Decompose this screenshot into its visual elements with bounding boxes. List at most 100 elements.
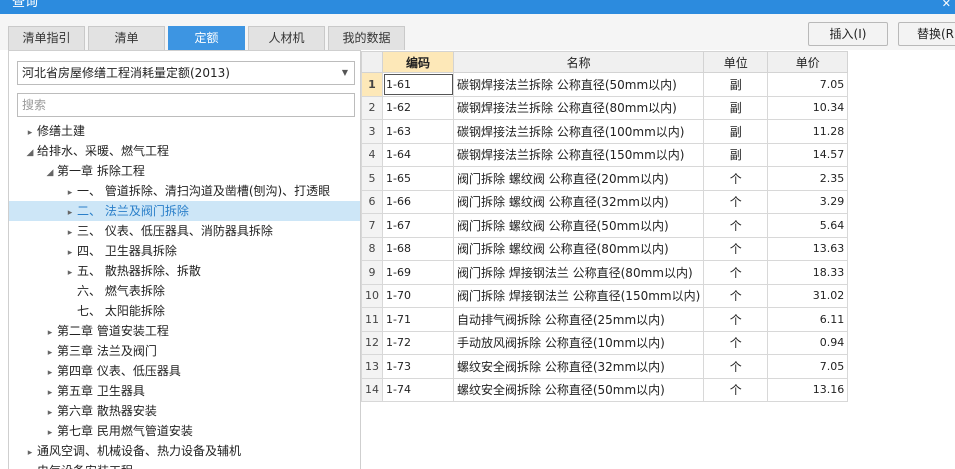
tree-item[interactable]: ▸ 第六章 散热器安装 [9,401,360,421]
code-cell[interactable]: 1-61 [382,72,454,97]
tree-item[interactable]: ◢ 第一章 拆除工程 [9,161,360,181]
price-cell[interactable]: 7.05 [767,354,849,379]
tree-item[interactable]: 六、 燃气表拆除 [9,281,360,301]
name-cell[interactable]: 阀门拆除 螺纹阀 公称直径(80mm以内) [452,236,705,261]
price-column-header[interactable]: 单价 [767,51,849,73]
price-cell[interactable]: 13.16 [767,377,849,402]
collapsed-arrow-icon[interactable]: ▸ [63,243,77,263]
unit-cell[interactable]: 个 [703,354,769,379]
close-icon[interactable]: ✕ [942,0,951,10]
collapsed-arrow-icon[interactable]: ▸ [43,363,57,383]
code-cell[interactable]: 1-64 [382,142,454,167]
name-cell[interactable]: 碳钢焊接法兰拆除 公称直径(50mm以内) [452,72,705,97]
table-row[interactable]: 9 1-69 阀门拆除 焊接钢法兰 公称直径(80mm以内) 个 18.33 [361,260,849,285]
tree-item[interactable]: ▸ 一、 管道拆除、清扫沟道及凿槽(刨沟)、打透眼 [9,181,360,201]
unit-cell[interactable]: 副 [703,72,769,97]
price-cell[interactable]: 2.35 [767,166,849,191]
row-number-cell[interactable]: 13 [361,354,383,379]
name-cell[interactable]: 碳钢焊接法兰拆除 公称直径(80mm以内) [452,95,705,120]
unit-cell[interactable]: 个 [703,283,769,308]
row-number-cell[interactable]: 12 [361,330,383,355]
name-cell[interactable]: 阀门拆除 螺纹阀 公称直径(20mm以内) [452,166,705,191]
name-column-header[interactable]: 名称 [452,51,705,73]
price-cell[interactable]: 11.28 [767,119,849,144]
row-number-cell[interactable]: 10 [361,283,383,308]
table-row[interactable]: 8 1-68 阀门拆除 螺纹阀 公称直径(80mm以内) 个 13.63 [361,236,849,261]
unit-cell[interactable]: 副 [703,119,769,144]
name-cell[interactable]: 自动排气阀拆除 公称直径(25mm以内) [452,307,705,332]
code-cell[interactable]: 1-70 [382,283,454,308]
row-number-cell[interactable]: 1 [361,72,383,97]
tab-my-data[interactable]: 我的数据 [328,26,405,50]
expanded-arrow-icon[interactable]: ◢ [43,163,57,183]
table-row[interactable]: 10 1-70 阀门拆除 焊接钢法兰 公称直径(150mm以内) 个 31.02 [361,283,849,308]
unit-cell[interactable]: 个 [703,260,769,285]
row-number-cell[interactable]: 2 [361,95,383,120]
price-cell[interactable]: 14.57 [767,142,849,167]
name-cell[interactable]: 阀门拆除 螺纹阀 公称直径(32mm以内) [452,189,705,214]
unit-cell[interactable]: 个 [703,213,769,238]
table-row[interactable]: 6 1-66 阀门拆除 螺纹阀 公称直径(32mm以内) 个 3.29 [361,189,849,214]
row-number-cell[interactable]: 11 [361,307,383,332]
unit-cell[interactable]: 个 [703,377,769,402]
table-row[interactable]: 12 1-72 手动放风阀拆除 公称直径(10mm以内) 个 0.94 [361,330,849,355]
code-cell[interactable]: 1-73 [382,354,454,379]
insert-button[interactable]: 插入(I) [808,22,888,46]
tab-labor-material-machine[interactable]: 人材机 [248,26,325,50]
code-column-header[interactable]: 编码 [382,51,454,73]
collapsed-arrow-icon[interactable]: ▸ [23,443,37,463]
code-cell[interactable]: 1-62 [382,95,454,120]
code-cell[interactable]: 1-74 [382,377,454,402]
collapsed-arrow-icon[interactable]: ▸ [63,223,77,243]
tab-quota[interactable]: 定额 [168,26,245,50]
table-row[interactable]: 14 1-74 螺纹安全阀拆除 公称直径(50mm以内) 个 13.16 [361,377,849,402]
name-cell[interactable]: 阀门拆除 焊接钢法兰 公称直径(80mm以内) [452,260,705,285]
tab-list-guide[interactable]: 清单指引 [8,26,85,50]
collapsed-arrow-icon[interactable]: ▸ [43,383,57,403]
code-cell[interactable]: 1-72 [382,330,454,355]
table-row[interactable]: 11 1-71 自动排气阀拆除 公称直径(25mm以内) 个 6.11 [361,307,849,332]
price-cell[interactable]: 18.33 [767,260,849,285]
tree-item[interactable]: 七、 太阳能拆除 [9,301,360,321]
tree-item[interactable]: ▸ 五、 散热器拆除、拆散 [9,261,360,281]
row-number-cell[interactable]: 8 [361,236,383,261]
row-number-cell[interactable]: 7 [361,213,383,238]
unit-cell[interactable]: 个 [703,236,769,261]
row-number-cell[interactable]: 5 [361,166,383,191]
row-number-cell[interactable]: 4 [361,142,383,167]
unit-column-header[interactable]: 单位 [703,51,769,73]
price-cell[interactable]: 5.64 [767,213,849,238]
row-number-cell[interactable]: 14 [361,377,383,402]
unit-cell[interactable]: 个 [703,166,769,191]
tree-item[interactable]: ▸ 通风空调、机械设备、热力设备及辅机 [9,441,360,461]
price-cell[interactable]: 7.05 [767,72,849,97]
collapsed-arrow-icon[interactable]: ▸ [43,423,57,443]
price-cell[interactable]: 10.34 [767,95,849,120]
name-cell[interactable]: 螺纹安全阀拆除 公称直径(32mm以内) [452,354,705,379]
code-cell[interactable]: 1-68 [382,236,454,261]
collapsed-arrow-icon[interactable]: ▸ [43,403,57,423]
table-row[interactable]: 13 1-73 螺纹安全阀拆除 公称直径(32mm以内) 个 7.05 [361,354,849,379]
collapsed-arrow-icon[interactable]: ▸ [23,123,37,143]
name-cell[interactable]: 碳钢焊接法兰拆除 公称直径(100mm以内) [452,119,705,144]
row-number-cell[interactable]: 6 [361,189,383,214]
collapsed-arrow-icon[interactable]: ▸ [43,343,57,363]
tree-item[interactable]: ▸ 第四章 仪表、低压器具 [9,361,360,381]
tree-item[interactable]: ▸ 第三章 法兰及阀门 [9,341,360,361]
unit-cell[interactable]: 副 [703,95,769,120]
table-row[interactable]: 2 1-62 碳钢焊接法兰拆除 公称直径(80mm以内) 副 10.34 [361,95,849,120]
replace-button[interactable]: 替换(R [898,22,955,46]
unit-cell[interactable]: 个 [703,189,769,214]
tree-item[interactable]: ▸ 第七章 民用燃气管道安装 [9,421,360,441]
price-cell[interactable]: 31.02 [767,283,849,308]
tree-item[interactable]: ▸ 第五章 卫生器具 [9,381,360,401]
code-cell[interactable]: 1-65 [382,166,454,191]
code-cell[interactable]: 1-71 [382,307,454,332]
tree-item[interactable]: ▸ 三、 仪表、低压器具、消防器具拆除 [9,221,360,241]
collapsed-arrow-icon[interactable]: ▸ [63,203,77,223]
tree-item[interactable]: ▸电气设备安装工程 [9,461,360,469]
collapsed-arrow-icon[interactable]: ▸ [63,183,77,203]
code-cell[interactable]: 1-67 [382,213,454,238]
table-row[interactable]: 1 1-61 碳钢焊接法兰拆除 公称直径(50mm以内) 副 7.05 [361,72,849,97]
quota-library-select[interactable]: 河北省房屋修缮工程消耗量定额(2013) ▼ [17,61,355,85]
